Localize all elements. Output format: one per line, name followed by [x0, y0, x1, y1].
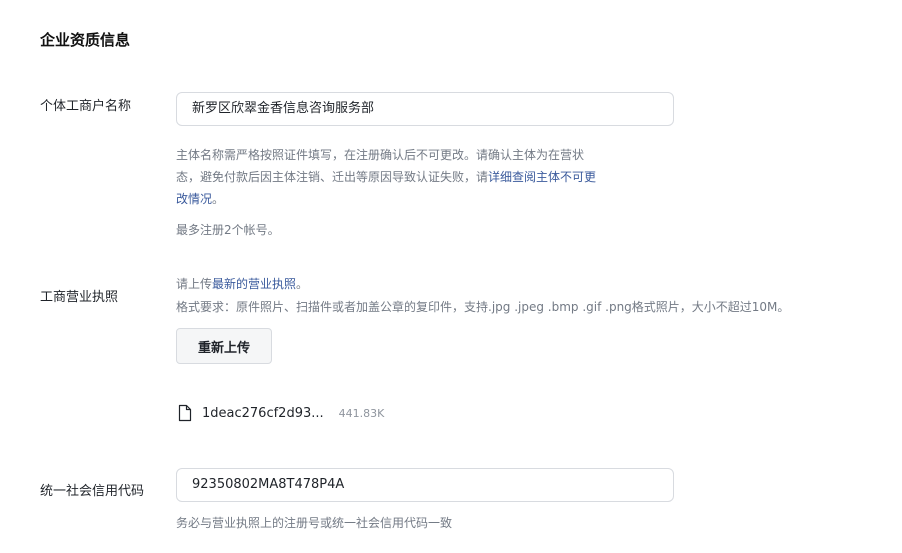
prompt-suffix: 。 — [296, 277, 309, 291]
help-line-2: 态，避免付款后因主体注销、迁出等原因导致认证失败，请详细查阅主体不可更 — [176, 166, 676, 188]
credit-code-label: 统一社会信用代码 — [40, 484, 145, 499]
credit-code-input[interactable]: 92350802MA8T478P4A — [176, 468, 674, 502]
latest-license-link[interactable]: 最新的营业执照 — [212, 277, 296, 291]
entity-change-link[interactable]: 详细查阅主体不可更 — [488, 170, 596, 184]
business-name-help: 主体名称需严格按照证件填写，在注册确认后不可更改。请确认主体为在营状 态，避免付… — [176, 144, 676, 210]
business-name-label: 个体工商户名称 — [40, 99, 132, 114]
file-name: 1deac276cf2d93... — [202, 405, 324, 421]
file-size: 441.83K — [338, 406, 385, 420]
section-title: 企业资质信息 — [40, 31, 131, 49]
qualification-form: 企业资质信息 个体工商户名称 新罗区欣翠金香信息咨询服务部 主体名称需严格按照证… — [0, 0, 902, 553]
credit-code-help: 务必与营业执照上的注册号或统一社会信用代码一致 — [176, 516, 453, 530]
uploaded-file[interactable]: 1deac276cf2d93... 441.83K — [178, 403, 384, 423]
business-name-input[interactable]: 新罗区欣翠金香信息咨询服务部 — [176, 92, 674, 126]
license-format-note: 格式要求：原件照片、扫描件或者加盖公章的复印件，支持.jpg .jpeg .bm… — [176, 300, 790, 314]
help-line-2-text: 态，避免付款后因主体注销、迁出等原因导致认证失败，请 — [176, 170, 489, 184]
help-line-3: 改情况。 — [176, 188, 676, 210]
help-line-1: 主体名称需严格按照证件填写，在注册确认后不可更改。请确认主体为在营状 — [176, 148, 585, 162]
reupload-button[interactable]: 重新上传 — [176, 328, 272, 364]
license-upload-prompt: 请上传最新的营业执照。 — [176, 273, 308, 295]
account-limit-note: 最多注册2个帐号。 — [176, 223, 280, 237]
license-label: 工商营业执照 — [40, 290, 119, 305]
help-line-3-tail: 。 — [212, 192, 225, 206]
prompt-prefix: 请上传 — [176, 277, 213, 291]
document-icon — [178, 404, 192, 422]
entity-change-link-cont[interactable]: 改情况 — [176, 192, 212, 206]
